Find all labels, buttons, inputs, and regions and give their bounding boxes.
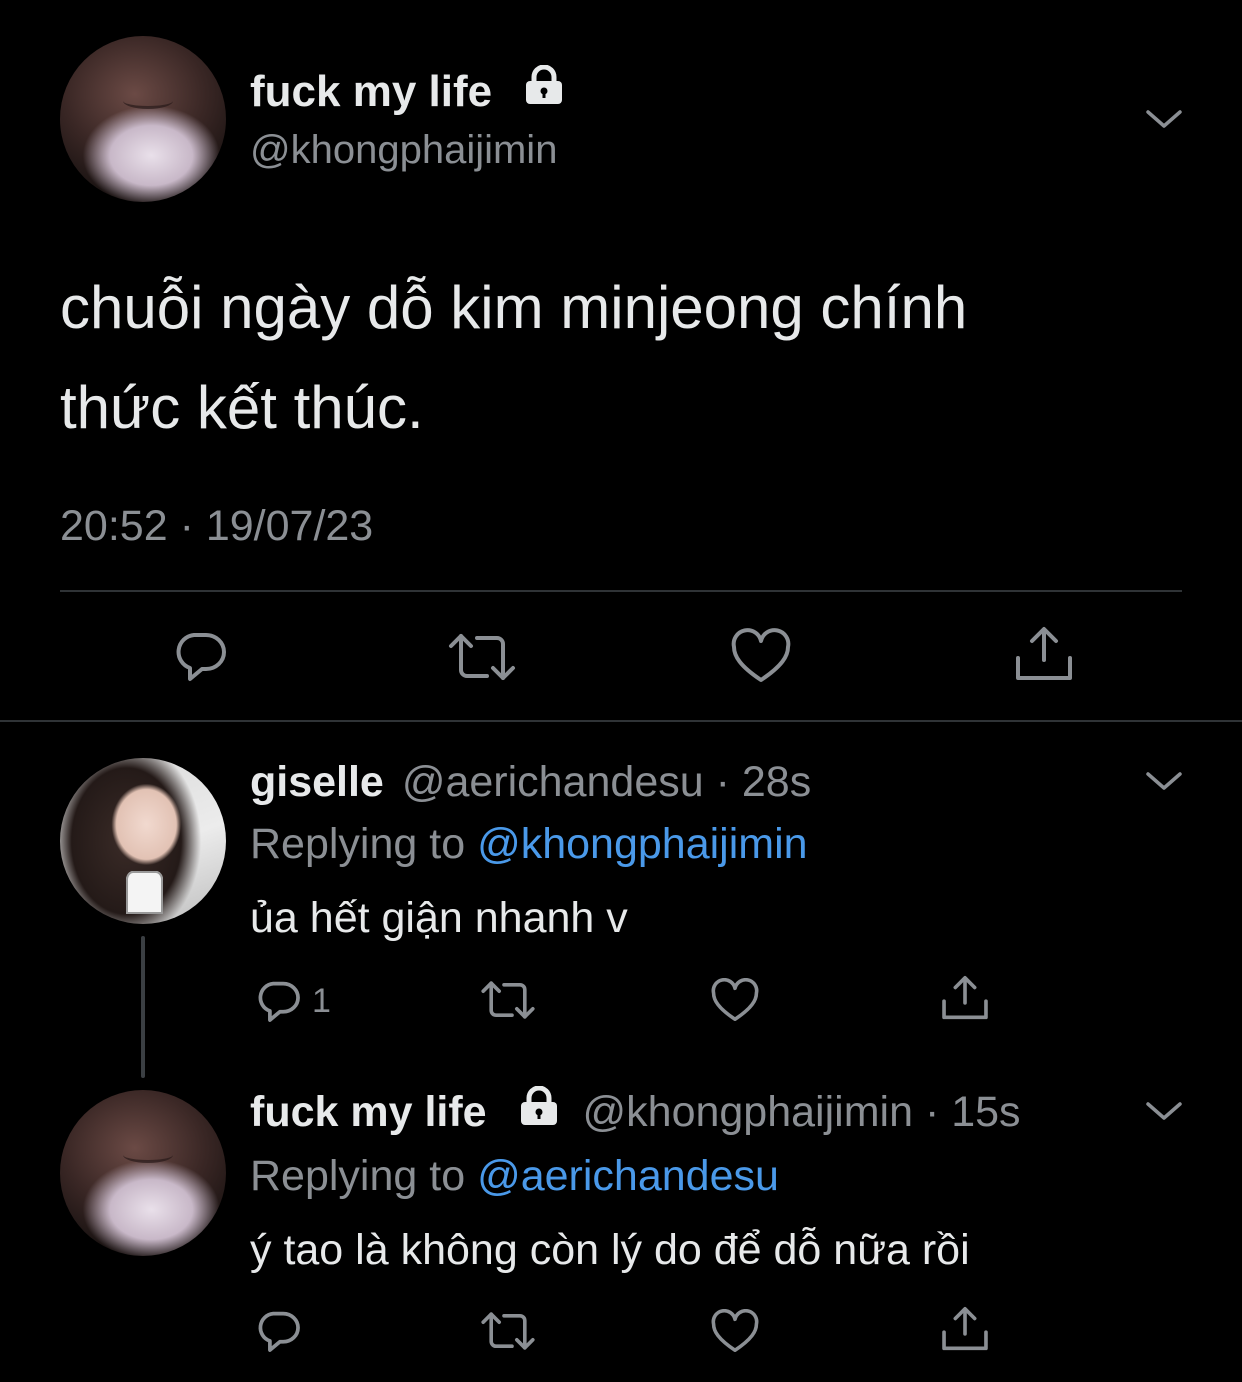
tweet-age: · 15s	[924, 1088, 1021, 1136]
reply-header: fuck my life @khongphaijimin · 15s	[250, 1085, 1021, 1141]
like-icon[interactable]	[710, 1309, 760, 1355]
divider	[0, 720, 1242, 722]
like-icon[interactable]	[710, 978, 760, 1024]
share-icon[interactable]	[940, 1304, 990, 1354]
display-name[interactable]: giselle	[250, 758, 384, 806]
reply-icon[interactable]	[254, 1307, 304, 1355]
divider	[60, 590, 1182, 592]
reply-icon	[258, 981, 300, 1022]
avatar[interactable]	[60, 1090, 226, 1256]
display-name[interactable]: fuck my life	[250, 64, 566, 120]
lock-icon	[522, 64, 566, 117]
thread-line	[141, 936, 145, 1078]
handle[interactable]: @khongphaijimin	[250, 126, 557, 174]
reply-count: 1	[312, 981, 331, 1020]
chevron-down-icon[interactable]	[1144, 1096, 1184, 1126]
reply-icon[interactable]	[172, 627, 230, 685]
mention-link[interactable]: @aerichandesu	[477, 1152, 779, 1200]
share-icon[interactable]	[1013, 624, 1075, 684]
lock-icon	[517, 1085, 561, 1138]
chevron-down-icon[interactable]	[1144, 104, 1184, 134]
tweet-text: chuỗi ngày dỗ kim minjeong chính thức kế…	[60, 274, 968, 441]
replying-to: Replying to @aerichandesu	[250, 1152, 779, 1200]
like-icon[interactable]	[730, 628, 792, 686]
retweet-icon[interactable]	[480, 978, 536, 1022]
share-icon[interactable]	[940, 973, 990, 1023]
reply-text: ủa hết giận nhanh v	[250, 894, 628, 942]
chevron-down-icon[interactable]	[1144, 766, 1184, 796]
handle[interactable]: @khongphaijimin	[583, 1088, 914, 1136]
handle[interactable]: @aerichandesu	[402, 758, 704, 806]
display-name[interactable]: fuck my life	[250, 1088, 487, 1136]
retweet-icon[interactable]	[447, 630, 517, 684]
reply-text: ý tao là không còn lý do để dỗ nữa rồi	[250, 1226, 970, 1274]
avatar[interactable]	[60, 758, 226, 924]
avatar[interactable]	[60, 36, 226, 202]
mention-link[interactable]: @khongphaijimin	[477, 820, 808, 868]
retweet-icon[interactable]	[480, 1309, 536, 1353]
tweet-age: · 28s	[715, 758, 812, 806]
tweet-timestamp[interactable]: 20:52 · 19/07/23	[60, 500, 373, 552]
replying-to: Replying to @khongphaijimin	[250, 820, 808, 868]
reply-header: giselle @aerichandesu · 28s	[250, 756, 811, 808]
reply-button[interactable]: 1	[254, 977, 331, 1025]
